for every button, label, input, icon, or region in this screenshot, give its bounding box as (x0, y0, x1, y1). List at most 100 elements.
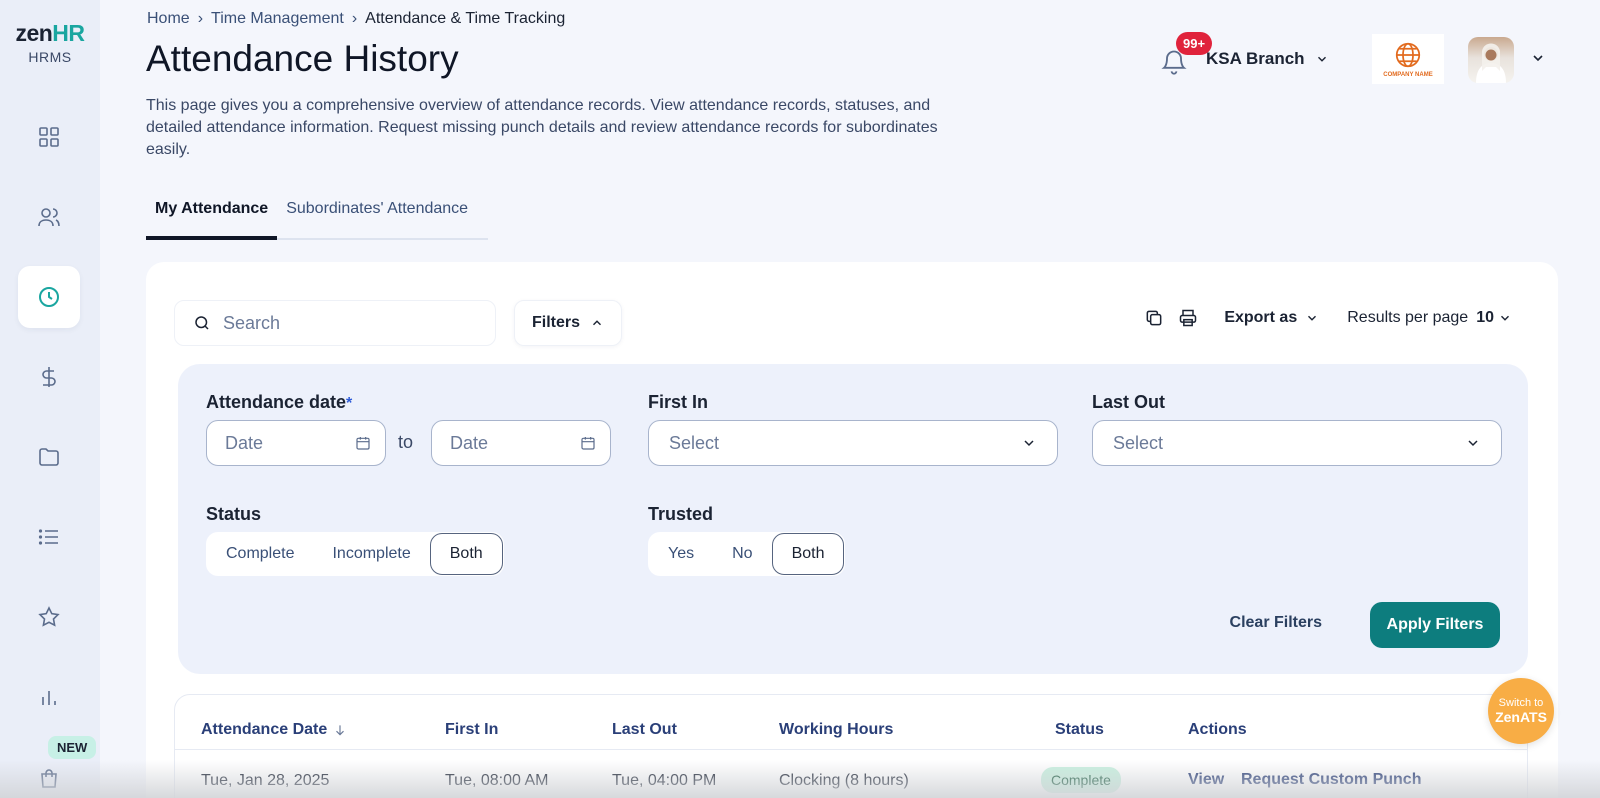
column-status: Status (1055, 721, 1104, 738)
trusted-option-both[interactable]: Both (771, 533, 845, 575)
search-box[interactable] (174, 300, 496, 346)
first-in-label: First In (648, 392, 709, 412)
company-logo: COMPANY NAME (1372, 34, 1444, 84)
company-logo-text: COMPANY NAME (1383, 72, 1433, 78)
chevron-down-icon (1317, 56, 1326, 62)
switch-ats-line2: ZenATS (1495, 709, 1547, 725)
first-in-value: Select (669, 432, 720, 453)
results-per-page-label: Results per page (1347, 309, 1469, 326)
search-icon (195, 316, 209, 330)
sidebar: zenHR HRMS NEW (0, 0, 100, 798)
sort-arrow-down-icon (336, 725, 345, 736)
export-dropdown[interactable]: Export as (1224, 309, 1319, 327)
trusted-label: Trusted (648, 504, 714, 524)
chevron-down-icon (1308, 315, 1317, 321)
search-input[interactable] (223, 312, 483, 334)
globe-logo-icon (1395, 42, 1421, 68)
status-option-both[interactable]: Both (429, 533, 503, 575)
tab-my-attendance[interactable]: My Attendance (146, 186, 278, 240)
chevron-down-icon (1024, 440, 1034, 447)
trusted-segmented-control: Yes No Both (648, 532, 846, 576)
notification-count-badge: 99+ (1176, 32, 1213, 55)
attendance-table: Attendance Date First In Last Out Workin… (174, 694, 1528, 798)
page-title: Attendance History (146, 38, 459, 79)
avatar[interactable] (1468, 37, 1514, 83)
cell-date: Tue, Jan 28, 2025 (201, 772, 330, 789)
clear-filters-button[interactable]: Clear Filters (1230, 614, 1322, 632)
last-out-select[interactable]: Select (1092, 420, 1502, 466)
list-icon (38, 529, 58, 545)
copy-icon[interactable] (1144, 308, 1164, 328)
user-menu-toggle[interactable] (1530, 50, 1546, 71)
request-custom-punch-link[interactable]: Request Custom Punch (1241, 771, 1421, 789)
sidebar-item-dashboard[interactable] (18, 106, 80, 168)
branch-selector[interactable]: KSA Branch (1206, 49, 1329, 69)
filters-label: Filters (531, 314, 580, 331)
column-first-in: First In (445, 721, 499, 738)
folder-icon (39, 448, 59, 466)
filters-toggle-button[interactable]: Filters (514, 300, 622, 346)
date-to-field[interactable]: Date (431, 420, 611, 466)
sidebar-item-employees[interactable] (18, 186, 80, 248)
first-in-select[interactable]: Select (648, 420, 1058, 466)
dashboard-icon (39, 127, 59, 147)
results-per-page-select[interactable]: 10 (1476, 309, 1512, 327)
breadcrumb-time-management[interactable]: Time Management (211, 10, 344, 28)
status-option-complete[interactable]: Complete (207, 533, 313, 575)
chevron-right-icon: › (197, 10, 204, 27)
breadcrumb-current: Attendance & Time Tracking (365, 10, 566, 27)
date-from-placeholder: Date (225, 432, 264, 453)
table-toolbar: Export as Results per page 10 (1144, 308, 1512, 328)
chevron-down-icon (1533, 55, 1543, 62)
status-option-incomplete[interactable]: Incomplete (313, 533, 429, 575)
attendance-date-label: Attendance date* (206, 392, 353, 412)
attendance-tabs: My Attendance Subordinates' Attendance (146, 186, 488, 240)
users-icon (38, 208, 60, 227)
sidebar-item-lists[interactable] (18, 506, 80, 568)
required-mark: * (346, 395, 353, 412)
notifications-button[interactable]: 99+ (1160, 32, 1213, 75)
sidebar-item-store[interactable] (18, 748, 80, 798)
logo-wordmark: zenHR (15, 20, 85, 46)
sidebar-item-documents[interactable] (18, 426, 80, 488)
sidebar-item-performance[interactable] (18, 586, 80, 648)
calendar-icon (581, 437, 595, 450)
apply-filters-button[interactable]: Apply Filters (1370, 602, 1500, 648)
print-icon[interactable] (1178, 308, 1198, 328)
chevron-down-icon (1468, 440, 1478, 447)
trusted-option-no[interactable]: No (713, 533, 771, 575)
sidebar-item-time-management[interactable] (18, 266, 80, 328)
zenhr-logo[interactable]: zenHR HRMS (10, 20, 90, 65)
column-attendance-date[interactable]: Attendance Date (201, 721, 347, 739)
logo-subtitle: HRMS (28, 49, 72, 65)
status-segmented-control: Complete Incomplete Both (206, 532, 504, 576)
breadcrumb-home[interactable]: Home (147, 10, 190, 28)
cell-last-out: Tue, 04:00 PM (612, 772, 717, 789)
cell-first-in: Tue, 08:00 AM (445, 772, 549, 789)
switch-ats-line1: Switch to (1498, 697, 1544, 709)
sidebar-item-reports[interactable] (18, 666, 80, 728)
date-from-field[interactable]: Date (206, 420, 386, 466)
view-link[interactable]: View (1188, 771, 1224, 789)
page-description: This page gives you a comprehensive over… (146, 97, 938, 158)
calendar-icon (356, 437, 370, 450)
chevron-down-icon (1501, 315, 1509, 321)
column-last-out: Last Out (612, 721, 677, 738)
breadcrumb: Home › Time Management › Attendance & Ti… (147, 10, 565, 28)
star-icon (38, 606, 60, 627)
trusted-option-yes[interactable]: Yes (649, 533, 713, 575)
sidebar-item-payroll[interactable] (18, 346, 80, 408)
date-range-to: to (398, 432, 414, 452)
switch-to-zenats-button[interactable]: Switch to ZenATS (1488, 678, 1554, 744)
attendance-card: Filters Export as Results per page 10 At… (146, 262, 1558, 798)
branch-name: KSA Branch (1206, 49, 1305, 68)
last-out-value: Select (1113, 432, 1164, 453)
shopping-bag-icon (41, 769, 57, 788)
bar-chart-icon (42, 691, 56, 705)
results-per-page-value: 10 (1476, 309, 1494, 326)
chevron-up-icon (593, 320, 601, 326)
results-per-page: Results per page 10 (1347, 309, 1512, 327)
clock-icon (39, 287, 59, 307)
table-row: Tue, Jan 28, 2025 Tue, 08:00 AM Tue, 04:… (175, 749, 1527, 798)
tab-subordinates-attendance[interactable]: Subordinates' Attendance (277, 186, 477, 240)
